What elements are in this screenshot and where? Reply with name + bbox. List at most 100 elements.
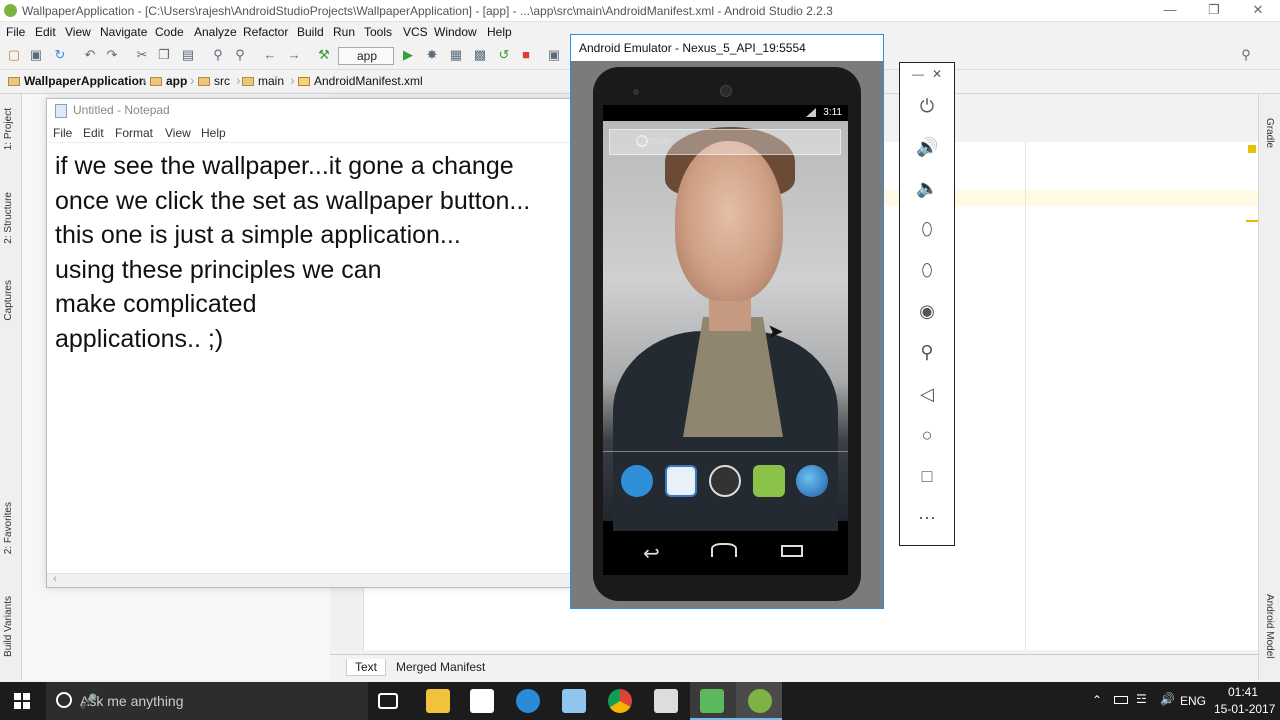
- volume-down-icon[interactable]: 🔈: [916, 177, 938, 199]
- task-view-icon[interactable]: [378, 693, 398, 709]
- tab-text[interactable]: Text: [346, 659, 387, 676]
- stop-icon[interactable]: ■: [518, 47, 534, 63]
- notepad-menu-help[interactable]: Help: [201, 126, 226, 140]
- sync-icon[interactable]: ↻: [52, 47, 68, 63]
- notepad-menu-view[interactable]: View: [165, 126, 191, 140]
- rotate-right-icon[interactable]: ⬯: [916, 259, 938, 281]
- menu-tools[interactable]: Tools: [364, 25, 392, 39]
- camera-icon[interactable]: ◉: [916, 300, 938, 322]
- notepad-menu-edit[interactable]: Edit: [83, 126, 104, 140]
- tool-tab-favorites[interactable]: 2: Favorites: [3, 502, 14, 554]
- volume-up-icon[interactable]: 🔊: [916, 136, 938, 158]
- tool-tab-gradle[interactable]: Gradle: [1264, 118, 1275, 148]
- attach-debugger-icon[interactable]: ▩: [472, 47, 488, 63]
- apps-drawer-icon[interactable]: [709, 465, 741, 497]
- restore-button[interactable]: ❐: [1204, 2, 1224, 20]
- menu-vcs[interactable]: VCS: [403, 25, 428, 39]
- menu-refactor[interactable]: Refactor: [243, 25, 288, 39]
- open-folder-icon[interactable]: ▢: [6, 47, 22, 63]
- cortana-search-box[interactable]: Ask me anything 🎤: [46, 682, 368, 720]
- back-nav-icon[interactable]: ←: [262, 47, 278, 63]
- notepad-app-icon[interactable]: [562, 689, 586, 713]
- home-icon[interactable]: ○: [916, 424, 938, 446]
- menu-build[interactable]: Build: [297, 25, 324, 39]
- paste-icon[interactable]: ▤: [180, 47, 196, 63]
- chrome-icon[interactable]: [608, 689, 632, 713]
- menu-code[interactable]: Code: [155, 25, 184, 39]
- rotate-left-icon[interactable]: ⬯: [916, 218, 938, 240]
- notepad-horizontal-scrollbar[interactable]: ‹: [47, 573, 573, 587]
- home-icon[interactable]: [711, 543, 737, 557]
- notepad-menu-format[interactable]: Format: [115, 126, 153, 140]
- notepad-text-area[interactable]: if we see the wallpaper...it gone a chan…: [55, 149, 565, 357]
- phone-icon[interactable]: [621, 465, 653, 497]
- windows-start-icon[interactable]: [14, 693, 30, 709]
- run-config-select[interactable]: app: [338, 47, 394, 65]
- debug-icon[interactable]: ✸: [424, 47, 440, 63]
- back-icon[interactable]: ◁: [916, 383, 938, 405]
- forward-nav-icon[interactable]: →: [286, 47, 302, 63]
- panel-close-button[interactable]: ✕: [932, 67, 942, 81]
- make-project-icon[interactable]: ⚒: [316, 47, 332, 63]
- copy-icon[interactable]: ❐: [156, 47, 172, 63]
- sdk-manager-icon[interactable]: ▣: [546, 47, 562, 63]
- notepad-menu-file[interactable]: File: [53, 126, 72, 140]
- back-icon[interactable]: ↩: [643, 541, 660, 566]
- menu-view[interactable]: View: [65, 25, 91, 39]
- power-icon[interactable]: ⏻: [916, 95, 938, 117]
- redo-icon[interactable]: ↷: [104, 47, 120, 63]
- find-icon[interactable]: ⚲: [210, 47, 226, 63]
- messaging-icon[interactable]: [753, 465, 785, 497]
- replace-icon[interactable]: ⚲: [232, 47, 248, 63]
- breadcrumb-main[interactable]: main: [242, 74, 284, 88]
- scroll-left-icon[interactable]: ‹: [53, 573, 57, 585]
- android-studio-taskbar-icon[interactable]: [748, 689, 772, 713]
- contacts-icon[interactable]: [665, 465, 697, 497]
- panel-minimize-button[interactable]: —: [912, 67, 924, 81]
- apply-changes-icon[interactable]: ↺: [496, 47, 512, 63]
- green-app-icon[interactable]: [700, 689, 724, 713]
- menu-run[interactable]: Run: [333, 25, 355, 39]
- overview-icon[interactable]: □: [916, 465, 938, 487]
- undo-icon[interactable]: ↶: [82, 47, 98, 63]
- breadcrumb-manifest[interactable]: AndroidManifest.xml: [298, 74, 423, 88]
- tool-tab-structure[interactable]: 2: Structure: [3, 192, 14, 244]
- breadcrumb-project[interactable]: WallpaperApplication: [8, 74, 146, 88]
- breadcrumb-src[interactable]: src: [198, 74, 230, 88]
- search-everywhere-icon[interactable]: ⚲: [1238, 47, 1254, 63]
- remote-desktop-icon[interactable]: [654, 689, 678, 713]
- google-search-widget[interactable]: Google: [609, 129, 841, 155]
- menu-edit[interactable]: Edit: [35, 25, 56, 39]
- coverage-icon[interactable]: ▦: [448, 47, 464, 63]
- phone-screen[interactable]: 3:11 Google ↩ ➤: [603, 105, 848, 575]
- edge-icon[interactable]: [516, 689, 540, 713]
- tool-tab-project[interactable]: 1: Project: [3, 108, 14, 150]
- menu-file[interactable]: File: [6, 25, 25, 39]
- store-icon[interactable]: [470, 689, 494, 713]
- tool-tab-build-variants[interactable]: Build Variants: [3, 596, 14, 657]
- tray-chevron-icon[interactable]: ⌃: [1092, 693, 1102, 707]
- minimize-button[interactable]: —: [1160, 2, 1180, 20]
- menu-help[interactable]: Help: [487, 25, 512, 39]
- menu-window[interactable]: Window: [434, 25, 477, 39]
- wifi-icon[interactable]: ☲: [1136, 692, 1147, 706]
- zoom-icon[interactable]: ⚲: [916, 341, 938, 363]
- tab-merged-manifest[interactable]: Merged Manifest: [388, 659, 493, 675]
- file-explorer-icon[interactable]: [426, 689, 450, 713]
- menu-navigate[interactable]: Navigate: [100, 25, 147, 39]
- save-icon[interactable]: ▣: [28, 47, 44, 63]
- menu-analyze[interactable]: Analyze: [194, 25, 237, 39]
- language-indicator[interactable]: ENG: [1180, 694, 1206, 708]
- breadcrumb-app[interactable]: app: [150, 74, 187, 88]
- battery-icon[interactable]: [1114, 696, 1128, 704]
- tool-tab-captures[interactable]: Captures: [3, 280, 14, 321]
- clock-time[interactable]: 01:41: [1228, 685, 1258, 699]
- recents-icon[interactable]: [781, 545, 803, 557]
- microphone-icon[interactable]: 🎤: [80, 693, 97, 710]
- browser-icon[interactable]: [796, 465, 828, 497]
- more-icon[interactable]: ⋯: [916, 507, 938, 529]
- run-icon[interactable]: ▶: [400, 47, 416, 63]
- tool-tab-android-model[interactable]: Android Model: [1264, 594, 1275, 658]
- cut-icon[interactable]: ✂: [134, 47, 150, 63]
- close-button[interactable]: ✕: [1248, 2, 1268, 20]
